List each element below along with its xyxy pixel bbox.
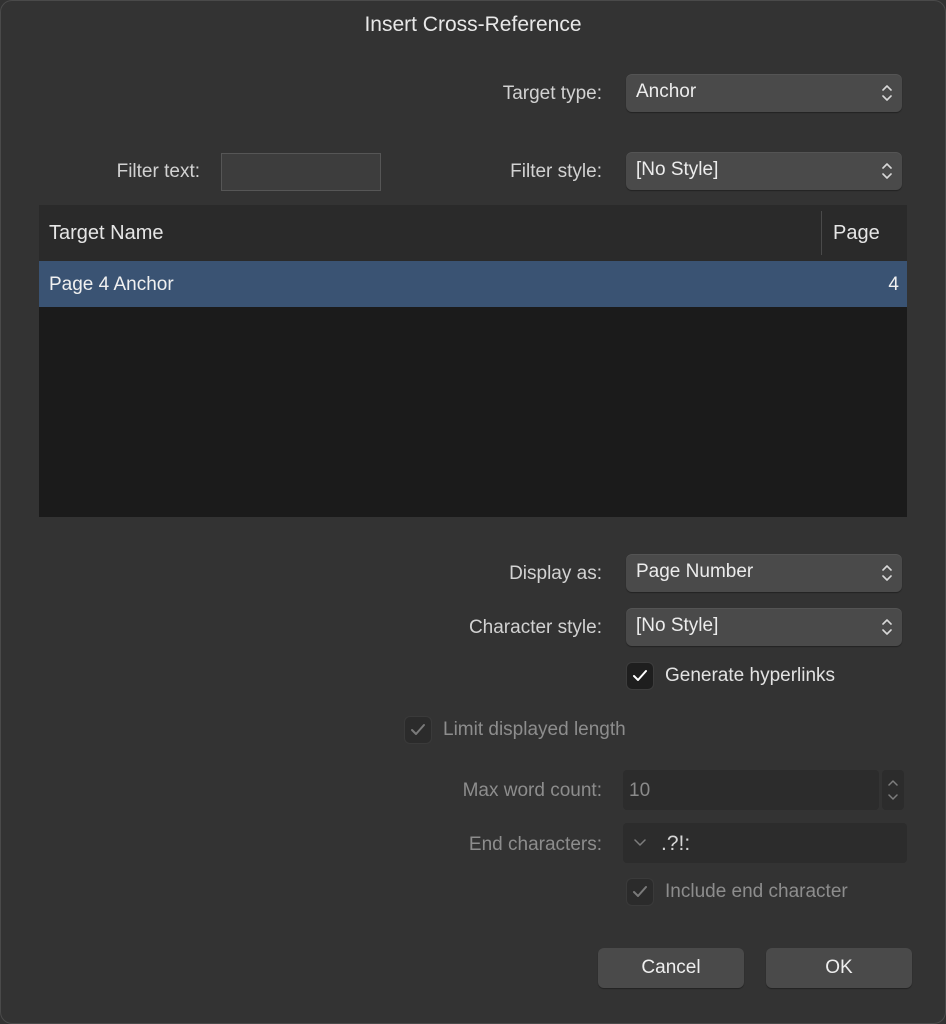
column-divider[interactable] — [821, 211, 822, 255]
display-as-value: Page Number — [636, 561, 754, 582]
row-page: 4 — [888, 274, 899, 295]
checkmark-icon — [633, 670, 647, 681]
display-as-popup[interactable]: Page Number — [626, 554, 902, 592]
limit-length-checkbox[interactable] — [404, 716, 432, 744]
row-target-name: Page 4 Anchor — [49, 274, 174, 295]
filter-text-label: Filter text: — [116, 161, 200, 182]
include-end-character-label[interactable]: Include end character — [665, 881, 848, 903]
include-end-character-checkbox[interactable] — [626, 878, 654, 906]
table-row[interactable]: Page 4 Anchor 4 — [39, 261, 907, 307]
targets-table[interactable]: Page 4 Anchor 4 — [39, 261, 907, 517]
chevron-updown-icon — [882, 565, 892, 581]
target-type-value: Anchor — [636, 81, 697, 102]
filter-style-label: Filter style: — [510, 161, 602, 182]
max-word-count-label: Max word count: — [462, 780, 602, 801]
dialog-title: Insert Cross-Reference — [364, 13, 582, 36]
chevron-updown-icon — [882, 85, 892, 101]
column-header-page[interactable]: Page — [833, 222, 880, 245]
generate-hyperlinks-checkbox[interactable] — [626, 662, 654, 690]
end-characters-value: .?!: — [661, 832, 691, 855]
target-type-label: Target type: — [502, 83, 602, 104]
stepper-icon — [888, 780, 898, 800]
max-word-count-input[interactable]: 10 — [623, 770, 879, 810]
max-word-count-stepper[interactable] — [882, 770, 904, 810]
table-header: Target Name Page — [39, 205, 907, 261]
end-characters-combo[interactable]: .?!: — [623, 823, 907, 863]
generate-hyperlinks-label[interactable]: Generate hyperlinks — [665, 665, 835, 687]
character-style-label: Character style: — [468, 617, 602, 638]
character-style-popup[interactable]: [No Style] — [626, 608, 902, 646]
end-characters-label: End characters: — [468, 834, 602, 855]
cancel-button[interactable]: Cancel — [598, 948, 744, 988]
character-style-value: [No Style] — [636, 615, 719, 636]
filter-style-value: [No Style] — [636, 159, 719, 180]
column-header-target-name[interactable]: Target Name — [49, 222, 164, 245]
checkmark-icon — [411, 724, 425, 735]
limit-length-label[interactable]: Limit displayed length — [443, 719, 626, 741]
chevron-down-icon[interactable] — [633, 837, 647, 849]
insert-cross-reference-dialog: Insert Cross-Reference Target type: Anch… — [0, 0, 946, 1024]
checkmark-icon — [633, 886, 647, 897]
filter-text-input[interactable] — [221, 153, 381, 191]
display-as-label: Display as: — [509, 563, 602, 584]
chevron-updown-icon — [882, 619, 892, 635]
target-type-popup[interactable]: Anchor — [626, 74, 902, 112]
filter-style-popup[interactable]: [No Style] — [626, 152, 902, 190]
max-word-count-value: 10 — [629, 780, 651, 801]
ok-button[interactable]: OK — [766, 948, 912, 988]
chevron-updown-icon — [882, 163, 892, 179]
